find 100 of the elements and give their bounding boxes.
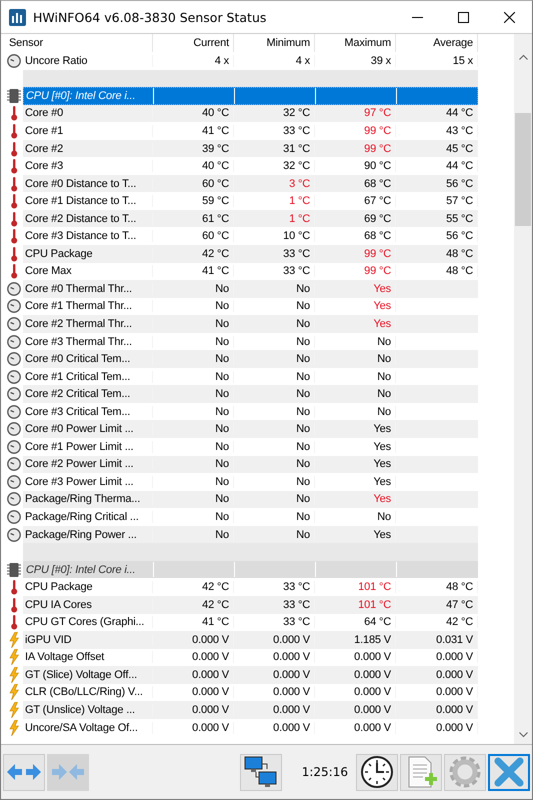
clock-icon — [7, 352, 21, 366]
table-row[interactable]: Core #3 Power Limit ... No No Yes — [23, 473, 478, 491]
minimize-icon — [412, 16, 422, 18]
table-row[interactable]: IA Voltage Offset 0.000 V 0.000 V 0.000 V 0.000 V — [23, 648, 478, 666]
value-cell: No — [153, 318, 234, 330]
value-cell: No — [234, 370, 315, 383]
group-row[interactable]: CPU [#0]: Intel Core i... — [23, 560, 478, 578]
value-cell: 0.000 V — [396, 704, 478, 716]
expand-button[interactable] — [3, 754, 45, 790]
value-cell: No — [153, 353, 234, 366]
sensor-name: Core #0 Critical Tem... — [23, 353, 153, 366]
table-row[interactable]: Core #2 Critical Tem... No No No — [23, 385, 478, 403]
group-label: CPU [#0]: Intel Core i... — [24, 562, 154, 578]
value-cell: No — [153, 336, 234, 348]
value-cell: 99 °C — [315, 142, 396, 154]
table-row[interactable]: CPU IA Cores 42 °C 33 °C 101 °C 47 °C — [23, 596, 478, 614]
table-row[interactable]: Package/Ring Critical ... No No No — [23, 508, 478, 526]
clock-icon — [7, 474, 21, 489]
table-row[interactable]: Core #2 Power Limit ... No No Yes — [23, 456, 478, 474]
value-cell: 15 x — [396, 54, 478, 67]
group-row[interactable]: CPU [#0]: Intel Core i... — [23, 87, 478, 105]
value-cell: 33 °C — [234, 265, 315, 278]
sensor-name: Core #1 Critical Tem... — [23, 370, 153, 383]
table-row[interactable]: Core #1 Distance to T... 59 °C 1 °C 67 °C 57 °C — [23, 192, 478, 210]
table-row[interactable]: CLR (CBo/LLC/Ring) V... 0.000 V 0.000 V 0.000 V 0.000 V — [23, 684, 478, 702]
value-cell: No — [234, 388, 315, 400]
table-row[interactable]: Core #2 Thermal Thr... No No Yes — [23, 315, 478, 333]
value-cell: No — [153, 300, 234, 312]
table-row[interactable]: Core #0 Thermal Thr... No No Yes — [23, 280, 478, 298]
table-row[interactable]: Uncore/SA Voltage Of... 0.000 V 0.000 V 0.000 V 0.000 V — [23, 718, 478, 736]
value-cell: No — [234, 440, 315, 453]
table-row[interactable]: Core #2 39 °C 31 °C 99 °C 45 °C — [23, 140, 478, 158]
sensor-name: Core #0 Thermal Thr... — [23, 282, 153, 295]
table-row[interactable]: Core #0 40 °C 32 °C 97 °C 44 °C — [23, 104, 478, 122]
value-cell: 59 °C — [153, 195, 234, 208]
scroll-up-icon[interactable] — [518, 54, 528, 60]
sensor-name: Core #2 Power Limit ... — [23, 458, 153, 470]
column-header[interactable]: Minimum — [234, 34, 315, 52]
column-header[interactable]: Sensor — [5, 34, 153, 52]
clock-icon — [7, 528, 21, 542]
app-icon — [9, 8, 26, 26]
table-row[interactable]: GT (Slice) Voltage Off... 0.000 V 0.000 V 0.000 V 0.000 V — [23, 666, 478, 684]
table-row[interactable]: Package/Ring Power ... No No Yes — [23, 526, 478, 544]
value-cell: 56 °C — [396, 230, 478, 242]
value-cell: 33 °C — [234, 616, 315, 628]
sensor-name: Core #2 — [23, 142, 153, 154]
column-header[interactable]: Average — [396, 34, 478, 52]
table-row[interactable]: GT (Unslice) Voltage ... 0.000 V 0.000 V 0.000 V 0.000 V — [23, 701, 478, 719]
table-row[interactable]: Core #1 Critical Tem... No No No — [23, 368, 478, 386]
table-row[interactable]: Core #1 Power Limit ... No No Yes — [23, 438, 478, 456]
value-cell: 44 °C — [396, 107, 478, 120]
table-row[interactable]: Core #1 Thermal Thr... No No Yes — [23, 298, 478, 316]
scroll-down-icon[interactable] — [518, 732, 528, 738]
sensor-name: Core #0 — [23, 107, 153, 120]
table-row[interactable]: Uncore Ratio 4 x 4 x 39 x 15 x — [23, 52, 478, 70]
clock-icon — [7, 370, 21, 384]
table-row[interactable]: iGPU VID 0.000 V 0.000 V 1.185 V 0.031 V — [23, 631, 478, 649]
clock-icon — [7, 492, 21, 506]
value-cell: 69 °C — [315, 212, 396, 225]
value-cell: 0.000 V — [234, 634, 315, 646]
scroll-thumb[interactable] — [515, 113, 531, 226]
thermometer-icon — [10, 140, 18, 156]
value-cell: 1 °C — [234, 212, 315, 225]
table-row[interactable]: Core #0 Distance to T... 60 °C 3 °C 68 °C 56 °C — [23, 174, 478, 192]
table-row[interactable]: CPU Package 42 °C 33 °C 101 °C 48 °C — [23, 578, 478, 596]
table-row[interactable]: Core #0 Critical Tem... No No No — [23, 350, 478, 368]
value-cell: Yes — [315, 528, 396, 541]
timer-button[interactable] — [356, 754, 398, 790]
settings-button[interactable] — [444, 754, 486, 790]
value-cell: 0.000 V — [396, 651, 478, 664]
value-cell: 0.000 V — [234, 704, 315, 716]
network-computers-icon — [242, 755, 279, 789]
table-row[interactable]: Core #3 Distance to T... 60 °C 10 °C 68 °C 56 °C — [23, 227, 478, 246]
column-header[interactable]: Current — [153, 34, 234, 52]
table-row[interactable]: Package/Ring Therma... No No Yes — [23, 490, 478, 508]
value-cell: 99 °C — [315, 124, 396, 137]
value-cell: 4 x — [153, 54, 234, 67]
table-row[interactable]: CPU Package 42 °C 33 °C 99 °C 48 °C — [23, 245, 478, 263]
column-header[interactable]: Maximum — [315, 34, 396, 52]
sensor-name: Core #1 Thermal Thr... — [23, 300, 153, 312]
sensor-name: Core #2 Distance to T... — [23, 212, 153, 225]
lightning-icon — [9, 702, 19, 718]
value-cell: 31 °C — [234, 142, 315, 154]
table-row[interactable]: Core #0 Power Limit ... No No Yes — [23, 420, 478, 438]
table-row[interactable]: CPU GT Cores (Graphi... 41 °C 33 °C 64 °C 42 °C — [23, 614, 478, 632]
sensor-name: CPU IA Cores — [23, 598, 153, 611]
clock-icon — [7, 387, 21, 402]
value-cell: 0.031 V — [396, 634, 478, 646]
table-row[interactable]: Core #3 Thermal Thr... No No No — [23, 332, 478, 350]
table-row[interactable]: Core #2 Distance to T... 61 °C 1 °C 69 °C 55 °C — [23, 210, 478, 228]
network-button[interactable] — [240, 754, 282, 790]
value-cell: No — [153, 282, 234, 295]
table-row[interactable]: Core #3 Critical Tem... No No No — [23, 402, 478, 420]
value-cell: 41 °C — [153, 265, 234, 278]
table-row[interactable]: Core #1 41 °C 33 °C 99 °C 43 °C — [23, 122, 478, 140]
value-cell: 64 °C — [315, 616, 396, 628]
value-cell: 97 °C — [315, 107, 396, 120]
table-row[interactable]: Core Max 41 °C 33 °C 99 °C 48 °C — [23, 262, 478, 280]
value-cell: No — [234, 282, 315, 295]
table-row[interactable]: Core #3 40 °C 32 °C 90 °C 44 °C — [23, 157, 478, 175]
